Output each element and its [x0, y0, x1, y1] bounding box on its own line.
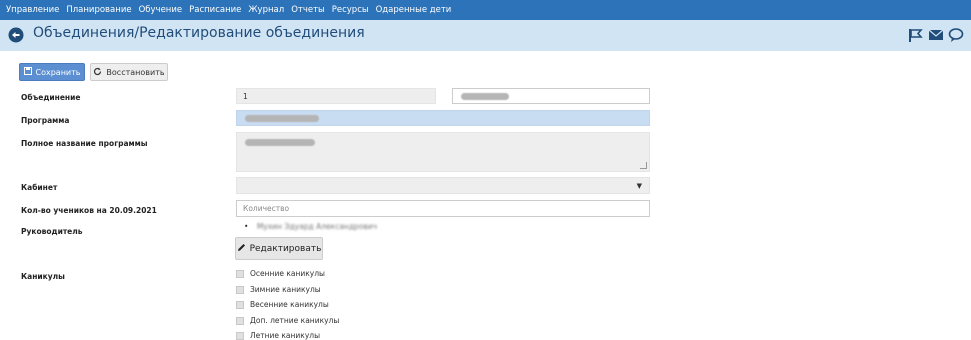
top-nav-bar: Управление Планирование Обучение Расписа… — [0, 0, 971, 20]
page-title: Объединения/Редактирование объединения — [33, 25, 365, 41]
save-button[interactable]: Сохранить — [19, 63, 85, 81]
dropdown-arrow-icon: ▼ — [636, 182, 642, 190]
room-select[interactable]: ▼ — [236, 177, 650, 194]
redacted-text — [245, 114, 319, 122]
redacted-text — [245, 139, 315, 146]
bullet-icon: • — [244, 222, 249, 231]
chat-icon[interactable] — [948, 27, 964, 43]
edit-leader-button[interactable]: Редактировать — [235, 237, 323, 260]
association-number: 1 — [243, 91, 248, 101]
save-label: Сохранить — [35, 67, 81, 77]
holiday-autumn-label: Осенние каникулы — [250, 269, 325, 278]
room-label: Кабинет — [21, 183, 58, 192]
nav-item-management[interactable]: Управление — [6, 5, 59, 15]
checkbox-icon[interactable] — [236, 285, 244, 294]
students-count-label: Кол-во учеников на 20.09.2021 — [21, 206, 157, 215]
leader-label: Руководитель — [21, 227, 83, 236]
holidays-label: Каникулы — [21, 272, 65, 281]
program-select[interactable] — [236, 110, 650, 126]
holiday-extra-summer-label: Доп. летние каникулы — [250, 316, 340, 325]
association-name-field[interactable] — [452, 88, 650, 104]
nav-item-education[interactable]: Обучение — [139, 5, 183, 15]
resize-handle-icon[interactable] — [640, 162, 647, 169]
holiday-summer-label: Летние каникулы — [250, 331, 320, 340]
title-bar: Объединения/Редактирование объединения — [0, 20, 971, 51]
redacted-text — [461, 92, 509, 100]
nav-item-planning[interactable]: Планирование — [66, 5, 131, 15]
top-nav-items: Управление Планирование Обучение Расписа… — [6, 0, 451, 20]
refresh-icon — [93, 67, 102, 78]
holiday-extra-summer-option[interactable]: Доп. летние каникулы — [236, 316, 339, 325]
holiday-spring-label: Весенние каникулы — [250, 300, 329, 309]
association-label: Объединение — [21, 93, 81, 102]
students-count-placeholder: Количество — [243, 204, 290, 213]
nav-item-schedule[interactable]: Расписание — [189, 5, 241, 15]
holiday-spring-option[interactable]: Весенние каникулы — [236, 300, 329, 309]
restore-button[interactable]: Восстановить — [90, 63, 168, 81]
holiday-winter-option[interactable]: Зимние каникулы — [236, 285, 321, 294]
students-count-input[interactable]: Количество — [236, 200, 650, 217]
holiday-winter-label: Зимние каникулы — [250, 285, 321, 294]
holiday-autumn-option[interactable]: Осенние каникулы — [236, 269, 325, 278]
back-icon[interactable] — [8, 27, 24, 43]
nav-item-reports[interactable]: Отчеты — [291, 5, 325, 15]
checkbox-icon[interactable] — [236, 269, 244, 278]
leader-name: Мухин Эдуард Александрович — [256, 222, 378, 231]
nav-item-journal[interactable]: Журнал — [248, 5, 284, 15]
edit-label: Редактировать — [249, 243, 322, 254]
association-number-field: 1 — [236, 88, 436, 104]
flag-icon[interactable] — [908, 27, 924, 43]
holiday-summer-option[interactable]: Летние каникулы — [236, 331, 320, 340]
leader-list-item: • Мухин Эдуард Александрович — [244, 222, 377, 231]
nav-item-gifted-children[interactable]: Одаренные дети — [376, 5, 452, 15]
checkbox-icon[interactable] — [236, 300, 244, 309]
program-full-name-label: Полное название программы — [21, 139, 148, 148]
title-actions — [908, 26, 964, 44]
restore-label: Восстановить — [106, 67, 165, 77]
save-icon — [23, 67, 32, 77]
pencil-icon — [237, 243, 246, 255]
nav-item-resources[interactable]: Ресурсы — [332, 5, 369, 15]
program-label: Программа — [21, 116, 70, 125]
mail-icon[interactable] — [928, 27, 944, 43]
checkbox-icon[interactable] — [236, 331, 244, 340]
checkbox-icon[interactable] — [236, 316, 244, 325]
program-full-name-textarea[interactable] — [236, 132, 650, 172]
